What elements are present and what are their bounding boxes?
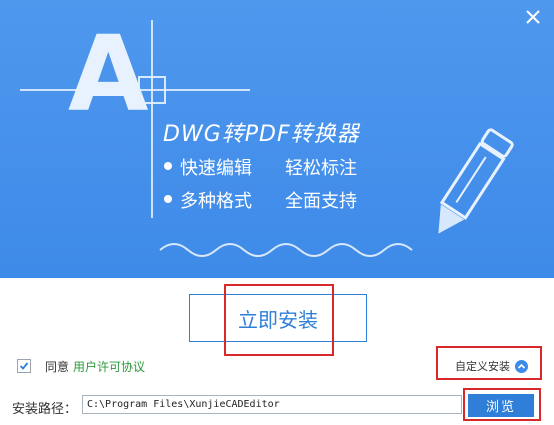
check-icon [19,362,29,370]
close-icon[interactable] [524,8,542,26]
install-path-label: 安装路径： [12,402,78,417]
feature-easy-annotate: 轻松标注 [285,158,357,179]
feature-full-support: 全面支持 [285,191,357,212]
feature-bullet [164,195,172,203]
product-title: DWG转PDF转换器 [163,122,360,147]
install-now-button[interactable]: 立即安装 [189,294,367,342]
custom-install-label: 自定义安装 [455,360,510,373]
browse-button[interactable]: 浏览 [468,394,534,417]
feature-bullet [164,162,172,170]
install-path-input[interactable] [82,395,462,414]
chevron-up-icon [515,359,528,373]
banner: A DWG转PDF转换器 快速编辑 轻松标注 多种格式 全面支持 [0,0,554,278]
pen-icon [438,128,514,234]
agree-label: 同意 [45,359,70,374]
feature-multi-format: 多种格式 [180,191,252,212]
custom-install-toggle[interactable]: 自定义安装 [455,358,528,374]
agree-row: 同意 用户许可协议 [17,358,145,374]
feature-quick-edit: 快速编辑 [180,158,252,179]
license-agreement-link[interactable]: 用户许可协议 [73,358,145,375]
logo-letter: A [68,13,149,135]
agree-checkbox[interactable] [17,359,31,373]
